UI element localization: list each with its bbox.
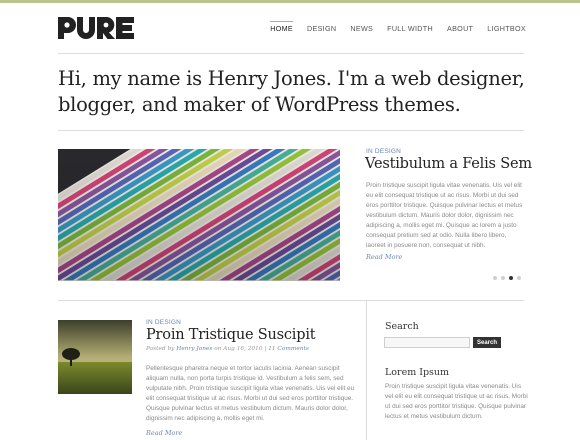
post-meta-on: on — [214, 346, 222, 352]
slider-dot-active[interactable] — [509, 276, 513, 280]
top-accent-bar — [0, 0, 580, 3]
post-excerpt: Pellentesque pharetra neque et tortor ia… — [146, 365, 355, 422]
nav-full-width[interactable]: FULL WIDTH — [373, 24, 433, 33]
post-comments-link[interactable]: 11 Comments — [268, 346, 309, 352]
site-logo[interactable] — [58, 17, 134, 39]
featured-read-more-link[interactable]: Read More — [366, 253, 402, 261]
nav-design[interactable]: DESIGN — [293, 24, 336, 33]
post-read-more-link[interactable]: Read More — [146, 429, 182, 437]
intro-heading: Hi, my name is Henry Jones. I'm a web de… — [58, 67, 525, 116]
featured-excerpt: Proin tristique suscipit ligula vitae ve… — [366, 182, 523, 249]
tree-field-image — [58, 320, 132, 394]
nav-about[interactable]: ABOUT — [433, 24, 473, 33]
main-nav: HOME DESIGN NEWS FULL WIDTH ABOUT LIGHTB… — [256, 21, 526, 33]
post-date: Aug 16, 2010 — [223, 346, 263, 352]
post-meta-posted-by: Posted by — [146, 346, 175, 352]
nav-home[interactable]: HOME — [256, 21, 293, 33]
post-meta-separator: | — [264, 346, 267, 352]
featured-image[interactable] — [58, 149, 340, 281]
lorem-widget-title: Lorem Ipsum — [385, 367, 450, 378]
post-title[interactable]: Proin Tristique Suscipit — [146, 327, 316, 343]
post-author-link[interactable]: Henry Jones — [176, 346, 212, 352]
colored-fabric-swatches-image — [58, 149, 340, 281]
nav-lightbox[interactable]: LIGHTBOX — [473, 24, 526, 33]
nav-news[interactable]: NEWS — [336, 24, 373, 33]
search-widget-title: Search — [385, 321, 419, 332]
slider-dot[interactable] — [493, 276, 497, 280]
slider-dot[interactable] — [501, 276, 505, 280]
slider-dot[interactable] — [517, 276, 521, 280]
featured-category[interactable]: IN DESIGN — [366, 148, 401, 155]
lorem-widget-text: Proin tristique suscipit ligula vitae ve… — [385, 383, 528, 420]
post-meta: Posted by Henry Jones on Aug 16, 2010 | … — [146, 346, 309, 352]
post-category[interactable]: IN DESIGN — [146, 319, 181, 326]
slider-pagination — [493, 276, 521, 280]
intro-divider — [58, 130, 524, 131]
search-input[interactable] — [384, 337, 470, 348]
post-thumbnail[interactable] — [58, 320, 132, 394]
content-divider — [58, 300, 524, 301]
search-button[interactable]: Search — [473, 337, 501, 348]
sidebar-divider — [366, 300, 367, 440]
header-divider — [58, 53, 524, 54]
featured-title[interactable]: Vestibulum a Felis Sem — [365, 156, 532, 172]
pure-logo-mark — [58, 17, 134, 39]
